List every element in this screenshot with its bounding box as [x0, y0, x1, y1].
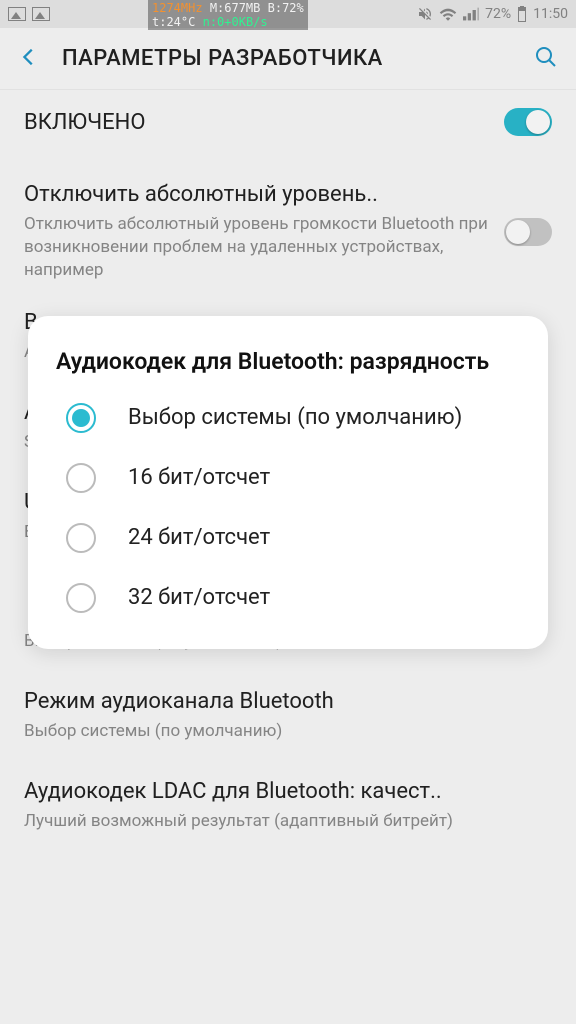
radio-icon: [66, 583, 96, 613]
option-32bit[interactable]: 32 бит/отсчет: [66, 583, 520, 613]
option-24bit[interactable]: 24 бит/отсчет: [66, 523, 520, 553]
option-16bit[interactable]: 16 бит/отсчет: [66, 463, 520, 493]
option-label: 24 бит/отсчет: [128, 524, 270, 553]
option-label: 16 бит/отсчет: [128, 464, 270, 493]
dialog-title: Аудиокодек для Bluetooth: разрядность: [56, 346, 520, 377]
option-system-default[interactable]: Выбор системы (по умолчанию): [66, 403, 520, 433]
option-label: 32 бит/отсчет: [128, 584, 270, 613]
bit-depth-dialog: Аудиокодек для Bluetooth: разрядность Вы…: [28, 316, 548, 649]
option-label: Выбор системы (по умолчанию): [128, 404, 462, 433]
option-list: Выбор системы (по умолчанию) 16 бит/отсч…: [56, 403, 520, 613]
radio-icon: [66, 463, 96, 493]
radio-icon: [66, 523, 96, 553]
radio-icon: [66, 403, 96, 433]
